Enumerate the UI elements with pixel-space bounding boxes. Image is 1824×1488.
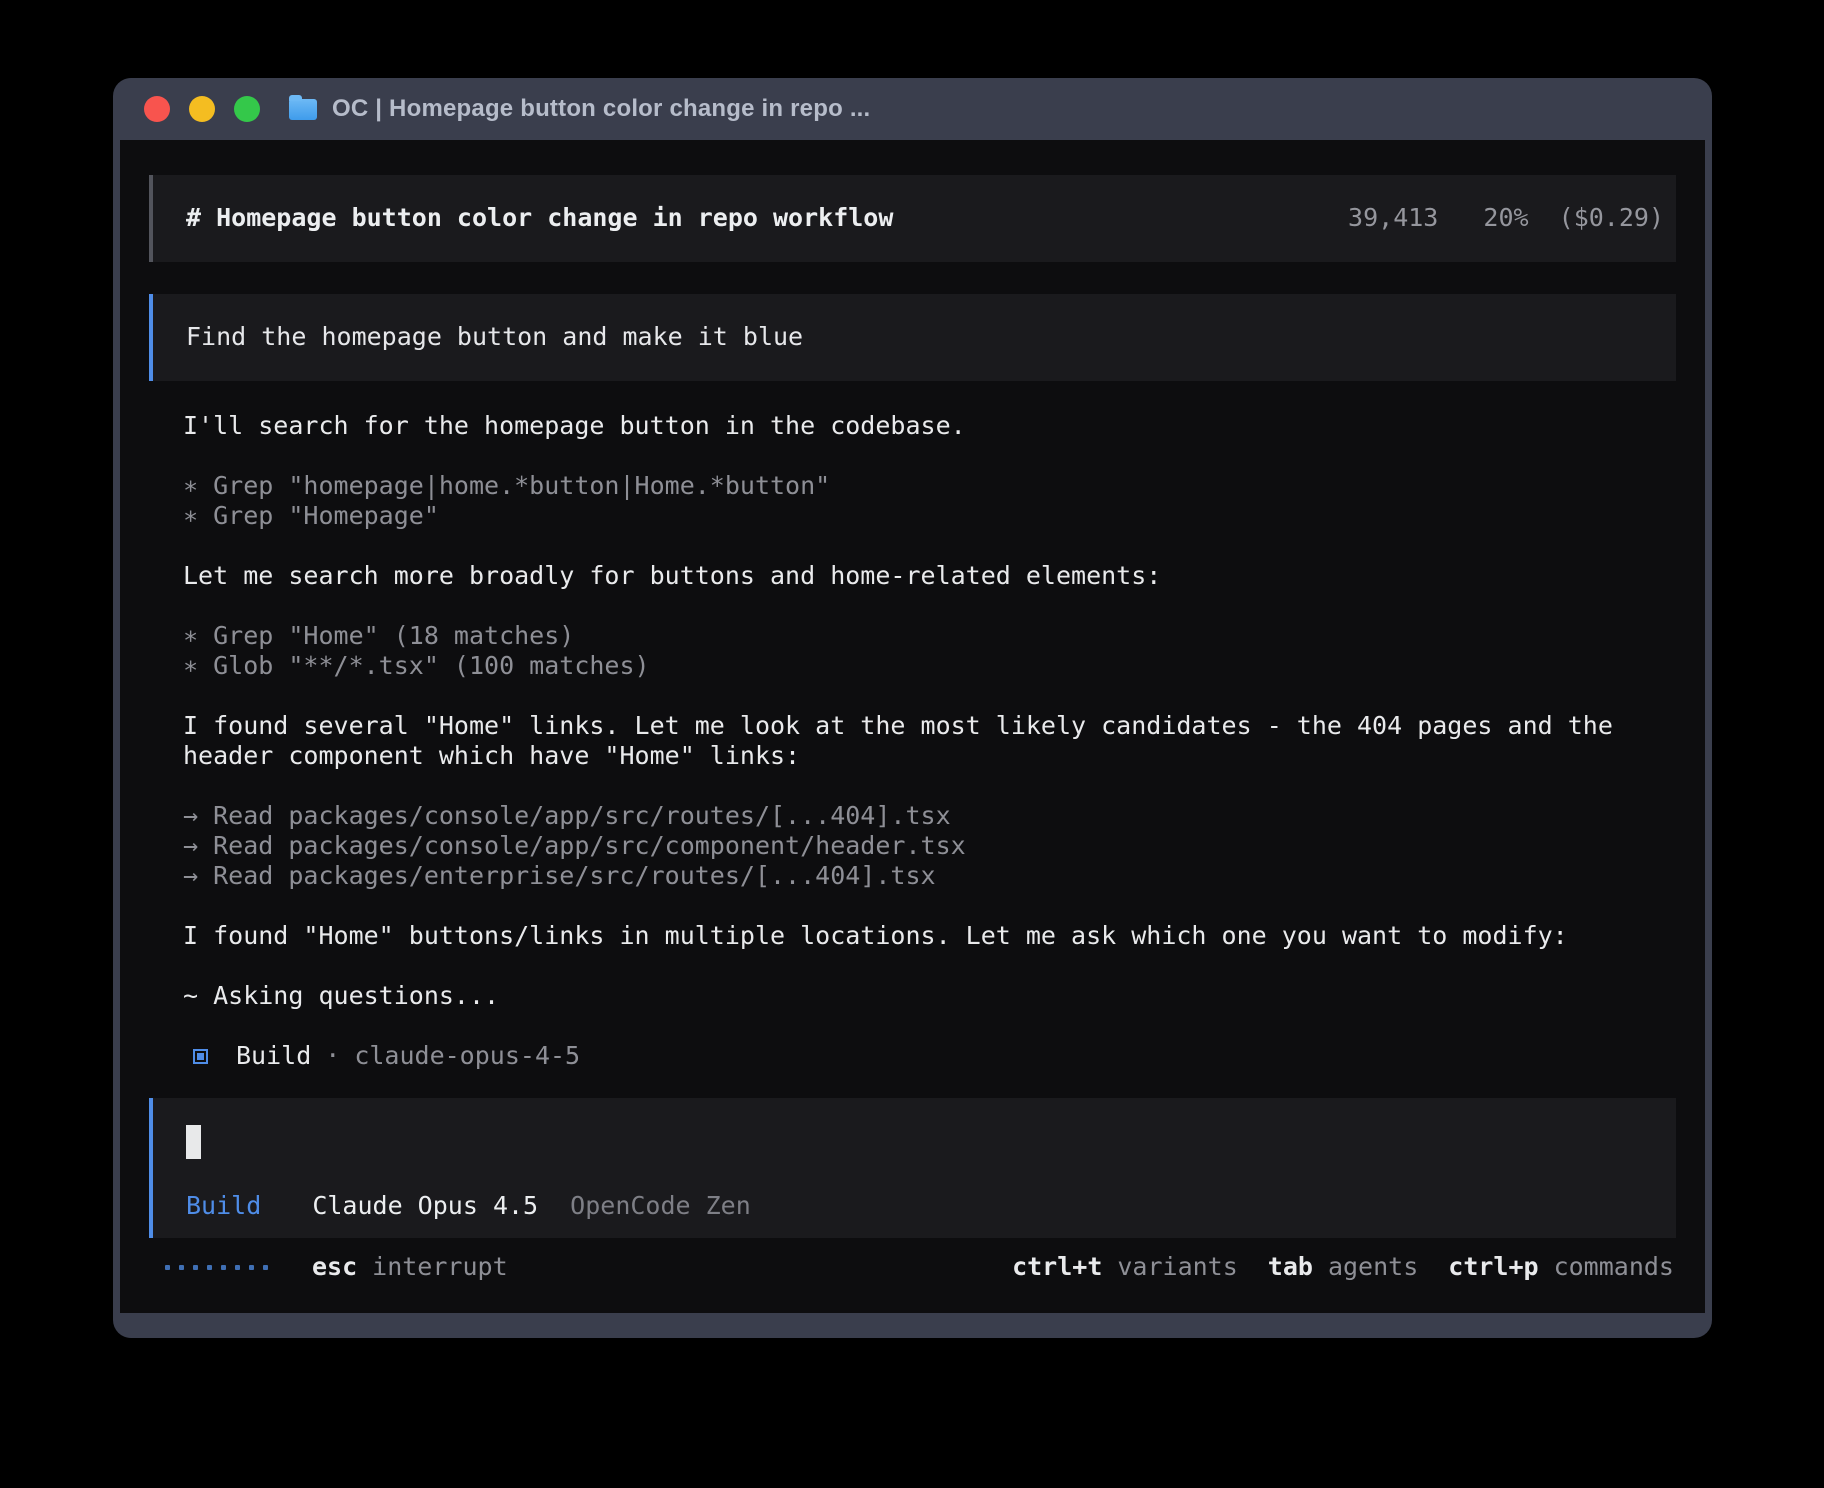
tool-call-read: → Read packages/enterprise/src/routes/[.… — [183, 861, 1655, 891]
input-mode-label: Build — [186, 1191, 261, 1220]
folder-icon — [289, 99, 317, 120]
session-header: # Homepage button color change in repo w… — [149, 175, 1676, 262]
close-button[interactable] — [144, 96, 170, 122]
hint-variants-label: variants — [1117, 1252, 1237, 1281]
assistant-paragraph: I'll search for the homepage button in t… — [183, 411, 1655, 441]
hint-commands-label: commands — [1554, 1252, 1674, 1281]
hint-agents: tab agents — [1268, 1252, 1418, 1282]
session-stats: 39,413 20% ($0.29) — [1348, 203, 1664, 233]
assistant-paragraph: Let me search more broadly for buttons a… — [183, 561, 1655, 591]
conversation: I'll search for the homepage button in t… — [183, 411, 1655, 1071]
agent-separator: · — [325, 1041, 340, 1071]
token-count: 39,413 — [1348, 203, 1438, 232]
input-provider-label: OpenCode Zen — [570, 1191, 751, 1220]
tool-call-read: → Read packages/console/app/src/routes/[… — [183, 801, 1655, 831]
terminal-content: # Homepage button color change in repo w… — [120, 140, 1705, 1313]
tool-call-grep: ∗ Grep "homepage|home.*button|Home.*butt… — [183, 471, 1655, 501]
assistant-paragraph: I found several "Home" links. Let me loo… — [183, 711, 1655, 771]
hint-agents-label: agents — [1328, 1252, 1418, 1281]
status-bar: esc interrupt ctrl+t variants tab agents c… — [149, 1252, 1676, 1282]
agent-name: Build — [236, 1041, 311, 1071]
esc-key-hint: esc — [312, 1252, 357, 1282]
input-meta: Build Claude Opus 4.5 OpenCode Zen — [186, 1191, 1664, 1221]
tool-call-grep: ∗ Grep "Home" (18 matches) — [183, 621, 1655, 651]
hint-agents-key: tab — [1268, 1252, 1313, 1281]
hint-commands-key: ctrl+p — [1448, 1252, 1538, 1281]
maximize-button[interactable] — [234, 96, 260, 122]
spinner-dots-icon — [165, 1265, 268, 1270]
window-title: OC | Homepage button color change in rep… — [332, 95, 870, 123]
session-cost: ($0.29) — [1559, 203, 1664, 232]
hint-variants-key: ctrl+t — [1012, 1252, 1102, 1281]
tool-call-group: ∗ Grep "Home" (18 matches) ∗ Glob "**/*.… — [183, 621, 1655, 681]
prompt-input[interactable]: Build Claude Opus 4.5 OpenCode Zen — [149, 1098, 1676, 1238]
minimize-button[interactable] — [189, 96, 215, 122]
asking-questions-status: ~ Asking questions... — [183, 981, 1655, 1011]
esc-key-label: interrupt — [372, 1252, 507, 1282]
agent-status-row: Build · claude-opus-4-5 — [183, 1041, 1655, 1071]
assistant-paragraph: I found "Home" buttons/links in multiple… — [183, 921, 1655, 951]
session-title: # Homepage button color change in repo w… — [186, 203, 893, 233]
status-left: esc interrupt — [165, 1252, 508, 1282]
hint-commands: ctrl+p commands — [1448, 1252, 1674, 1282]
user-message: Find the homepage button and make it blu… — [149, 294, 1676, 381]
status-right: ctrl+t variants tab agents ctrl+p commands — [982, 1252, 1674, 1282]
terminal-window: OC | Homepage button color change in rep… — [113, 78, 1712, 1338]
tool-call-read: → Read packages/console/app/src/componen… — [183, 831, 1655, 861]
input-model-label: Claude Opus 4.5 — [312, 1191, 538, 1220]
text-cursor — [186, 1125, 201, 1159]
user-message-text: Find the homepage button and make it blu… — [186, 322, 803, 351]
tool-call-grep: ∗ Grep "Homepage" — [183, 501, 1655, 531]
agent-model: claude-opus-4-5 — [354, 1041, 580, 1071]
tool-call-glob: ∗ Glob "**/*.tsx" (100 matches) — [183, 651, 1655, 681]
build-agent-icon — [193, 1049, 208, 1064]
context-percent: 20% — [1483, 203, 1528, 232]
tool-call-group: ∗ Grep "homepage|home.*button|Home.*butt… — [183, 471, 1655, 531]
tool-call-group: → Read packages/console/app/src/routes/[… — [183, 801, 1655, 891]
hint-variants: ctrl+t variants — [1012, 1252, 1238, 1282]
window-titlebar[interactable]: OC | Homepage button color change in rep… — [113, 78, 1712, 140]
build-agent-icon-core — [197, 1053, 204, 1060]
